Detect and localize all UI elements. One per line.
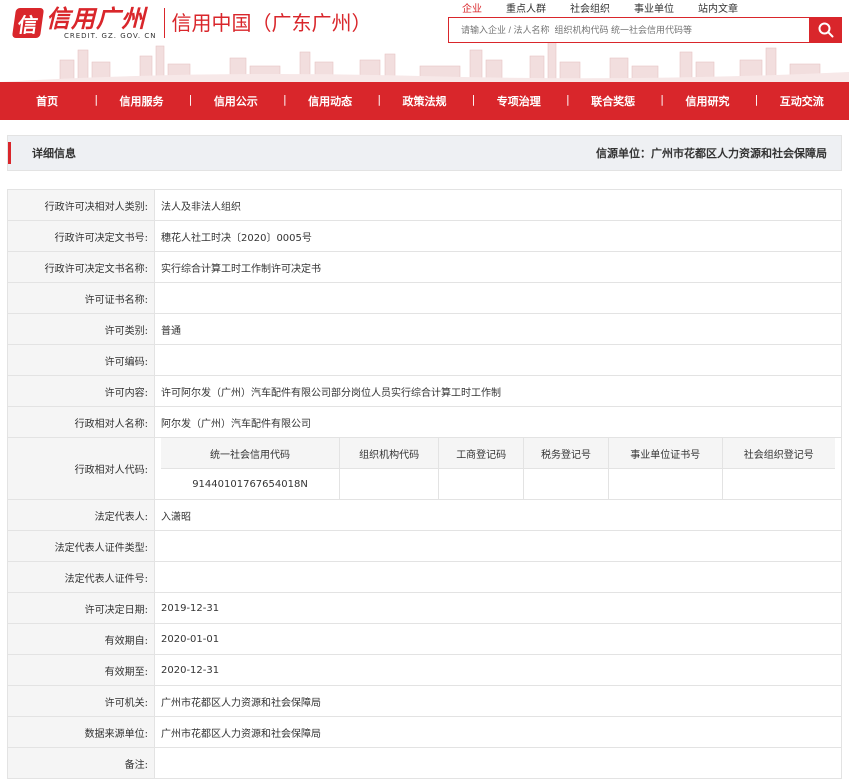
table-row: 数据来源单位: 广州市花都区人力资源和社会保障局 — [7, 716, 842, 748]
codes-header-row: 统一社会信用代码 组织机构代码 工商登记码 税务登记号 事业单位证书号 社会组织… — [161, 438, 835, 469]
nav-credit-research[interactable]: 信用研究 — [660, 93, 754, 109]
table-row: 许可决定日期: 2019-12-31 — [7, 592, 842, 624]
codes-value — [339, 468, 440, 499]
nav-credit-news[interactable]: 信用动态 — [283, 93, 377, 109]
field-label: 行政许可决相对人类别: — [7, 189, 155, 221]
table-row: 法定代表人证件类型: — [7, 530, 842, 562]
logo-name: 信用广州 — [46, 5, 146, 33]
table-row: 行政许可决定文书号: 穗花人社工时决〔2020〕0005号 — [7, 220, 842, 252]
codes-value — [607, 468, 723, 499]
site-header: 信 信用广州 CREDIT. GZ. GOV. CN 信用中国（广东广州） 企业… — [0, 0, 849, 82]
nav-home[interactable]: 首页 — [0, 93, 94, 109]
table-row: 行政相对人代码: 统一社会信用代码 组织机构代码 工商登记码 税务登记号 事业单… — [7, 437, 842, 500]
table-row: 法定代表人证件号: — [7, 561, 842, 593]
nav-joint-incentives[interactable]: 联合奖惩 — [566, 93, 660, 109]
field-label: 有效期至: — [7, 654, 155, 686]
logo-badge: 信 — [11, 8, 45, 38]
field-value: 普通 — [154, 313, 842, 345]
nav-credit-disclosure[interactable]: 信用公示 — [189, 93, 283, 109]
field-label: 行政相对人代码: — [7, 437, 155, 500]
field-value — [154, 561, 842, 593]
entity-codes-table: 统一社会信用代码 组织机构代码 工商登记码 税务登记号 事业单位证书号 社会组织… — [161, 438, 835, 499]
field-value: 阿尔发（广州）汽车配件有限公司 — [154, 406, 842, 438]
field-value: 广州市花都区人力资源和社会保障局 — [154, 716, 842, 748]
license-detail-table: 行政许可决相对人类别: 法人及非法人组织 行政许可决定文书号: 穗花人社工时决〔… — [7, 189, 842, 779]
field-value: 2019-12-31 — [154, 592, 842, 624]
logo-domain: CREDIT. GZ. GOV. CN — [64, 32, 157, 40]
field-label: 许可证书名称: — [7, 282, 155, 314]
field-label: 许可编码: — [7, 344, 155, 376]
codes-value — [438, 468, 525, 499]
nav-special-governance[interactable]: 专项治理 — [472, 93, 566, 109]
site-logo[interactable]: 信 信用广州 CREDIT. GZ. GOV. CN 信用中国（广东广州） — [11, 5, 372, 40]
codes-value-row: 91440101767654018N — [161, 468, 835, 499]
codes-header: 社会组织登记号 — [721, 438, 835, 469]
detail-title: 详细信息 — [32, 147, 76, 160]
field-value: 统一社会信用代码 组织机构代码 工商登记码 税务登记号 事业单位证书号 社会组织… — [154, 437, 842, 500]
codes-header: 税务登记号 — [523, 438, 609, 469]
search-button[interactable] — [810, 17, 842, 43]
field-value: 2020-01-01 — [154, 623, 842, 655]
field-value: 法人及非法人组织 — [154, 189, 842, 221]
search-input[interactable] — [449, 18, 809, 42]
search-icon — [818, 22, 834, 38]
table-row: 有效期自: 2020-01-01 — [7, 623, 842, 655]
codes-value — [523, 468, 609, 499]
codes-header: 组织机构代码 — [339, 438, 440, 469]
table-row: 有效期至: 2020-12-31 — [7, 654, 842, 686]
main-nav: 首页 信用服务 信用公示 信用动态 政策法规 专项治理 联合奖惩 信用研究 互动… — [0, 82, 849, 120]
field-value — [154, 530, 842, 562]
site-subtitle: 信用中国（广东广州） — [171, 11, 372, 35]
field-label: 有效期自: — [7, 623, 155, 655]
source-unit: 信源单位：广州市花都区人力资源和社会保障局 — [596, 147, 827, 160]
field-value: 许可阿尔发（广州）汽车配件有限公司部分岗位人员实行综合计算工时工作制 — [154, 375, 842, 407]
field-label: 许可内容: — [7, 375, 155, 407]
table-row: 法定代表人: 入潇昭 — [7, 499, 842, 531]
table-row: 行政相对人名称: 阿尔发（广州）汽车配件有限公司 — [7, 406, 842, 438]
nav-policies[interactable]: 政策法规 — [377, 93, 471, 109]
table-row: 许可编码: — [7, 344, 842, 376]
field-label: 法定代表人证件号: — [7, 561, 155, 593]
table-row: 许可类别: 普通 — [7, 313, 842, 345]
codes-header: 事业单位证书号 — [607, 438, 723, 469]
field-label: 法定代表人证件类型: — [7, 530, 155, 562]
search-box — [448, 17, 810, 43]
main-content: 详细信息 信源单位：广州市花都区人力资源和社会保障局 行政许可决相对人类别: 法… — [0, 135, 849, 779]
field-value — [154, 344, 842, 376]
nav-interaction[interactable]: 互动交流 — [755, 93, 849, 109]
field-label: 行政许可决定文书名称: — [7, 251, 155, 283]
codes-value: 91440101767654018N — [161, 468, 341, 499]
table-row: 行政许可决定文书名称: 实行综合计算工时工作制许可决定书 — [7, 251, 842, 283]
field-label: 许可机关: — [7, 685, 155, 717]
table-row: 许可内容: 许可阿尔发（广州）汽车配件有限公司部分岗位人员实行综合计算工时工作制 — [7, 375, 842, 407]
detail-header: 详细信息 信源单位：广州市花都区人力资源和社会保障局 — [7, 135, 842, 171]
field-value: 广州市花都区人力资源和社会保障局 — [154, 685, 842, 717]
field-value: 入潇昭 — [154, 499, 842, 531]
field-value: 穗花人社工时决〔2020〕0005号 — [154, 220, 842, 252]
logo-divider — [164, 8, 166, 38]
codes-header: 统一社会信用代码 — [161, 438, 341, 469]
codes-value — [721, 468, 835, 499]
field-value: 实行综合计算工时工作制许可决定书 — [154, 251, 842, 283]
codes-header: 工商登记码 — [438, 438, 525, 469]
table-row: 行政许可决相对人类别: 法人及非法人组织 — [7, 189, 842, 221]
field-label: 许可类别: — [7, 313, 155, 345]
field-value: 2020-12-31 — [154, 654, 842, 686]
field-label: 法定代表人: — [7, 499, 155, 531]
nav-credit-services[interactable]: 信用服务 — [94, 93, 188, 109]
table-row: 许可证书名称: — [7, 282, 842, 314]
field-label: 行政许可决定文书号: — [7, 220, 155, 252]
field-label: 许可决定日期: — [7, 592, 155, 624]
field-label: 行政相对人名称: — [7, 406, 155, 438]
field-value — [154, 282, 842, 314]
table-row: 许可机关: 广州市花都区人力资源和社会保障局 — [7, 685, 842, 717]
field-label: 数据来源单位: — [7, 716, 155, 748]
